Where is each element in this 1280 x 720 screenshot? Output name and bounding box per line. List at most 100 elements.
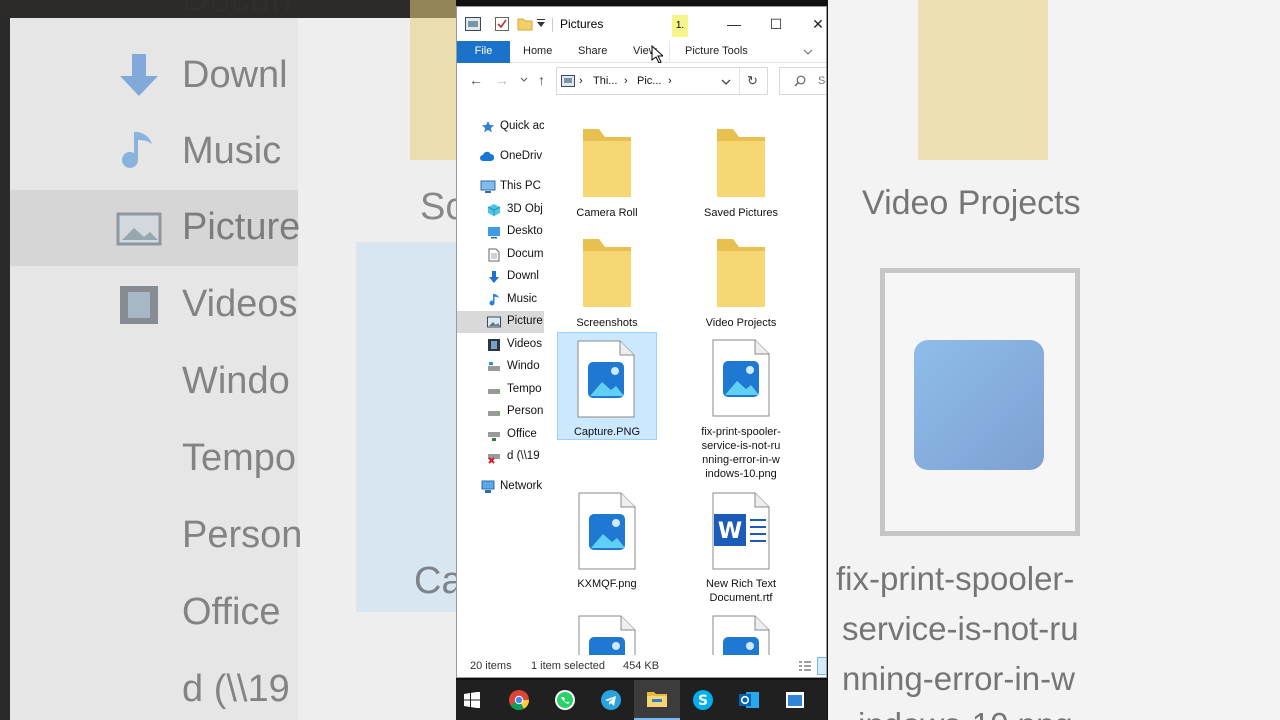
navigation-pane: Quick ac OneDriv This PC 3D Obj Deskto D… — [457, 107, 544, 655]
file-tile[interactable]: Screenshots — [557, 225, 657, 329]
back-button[interactable]: ← — [469, 72, 483, 88]
whatsapp-icon[interactable] — [542, 680, 588, 720]
pictures-icon — [116, 212, 162, 246]
file-tile[interactable]: W New Rich Text Document.rtf — [691, 487, 791, 605]
file-name-line: service-is-not-ru — [701, 440, 781, 452]
folder-icon — [717, 239, 765, 307]
address-bar[interactable]: › Thi... › Pic... › ↻ — [556, 67, 768, 95]
image-file-icon — [712, 615, 770, 655]
pictures-location-icon — [561, 75, 575, 87]
file-explorer-icon[interactable] — [634, 680, 680, 720]
bg-left-item: Tempo — [182, 437, 297, 479]
up-button[interactable]: ↑ — [538, 72, 545, 88]
tab-home[interactable]: Home — [523, 41, 552, 63]
search-input[interactable]: Se — [779, 67, 826, 95]
file-tile-partial[interactable] — [691, 611, 791, 655]
file-tile-selected[interactable]: Capture.PNG — [557, 332, 657, 440]
bg-left-item: Videos — [182, 283, 298, 325]
refresh-icon[interactable]: ↻ — [747, 73, 758, 89]
ribbon-expand-chevron-icon[interactable] — [803, 48, 813, 56]
image-file-icon — [577, 340, 635, 418]
nav-item-disconnected-drive[interactable]: d (\\19 — [457, 446, 544, 468]
cloud-icon — [480, 151, 494, 161]
nav-item-documents[interactable]: Docum — [457, 244, 544, 266]
nav-item-personal-drive[interactable]: Person — [457, 401, 544, 423]
chrome-icon[interactable] — [496, 680, 542, 720]
title-bar: Pictures 1. — ☐ ✕ — [457, 7, 826, 41]
nav-item-pictures[interactable]: Picture — [457, 311, 544, 333]
drive-icon — [488, 411, 500, 416]
outlook-icon[interactable] — [726, 680, 772, 720]
monitor-icon — [480, 180, 496, 193]
nav-item-office-drive[interactable]: Office — [457, 424, 544, 446]
film-icon — [120, 286, 158, 324]
bg-left-item: Downl — [182, 54, 288, 96]
nav-item-onedrive[interactable]: OneDriv — [457, 146, 544, 168]
maximize-button[interactable]: ☐ — [759, 13, 793, 35]
quick-access-dropdown-icon[interactable] — [536, 17, 546, 31]
file-tile[interactable]: Saved Pictures — [691, 115, 791, 219]
nav-item-this-pc[interactable]: This PC — [457, 176, 544, 198]
nav-item-music[interactable]: Music — [457, 289, 544, 311]
recent-locations-chevron-icon[interactable] — [520, 77, 528, 83]
bg-left-item: Docun — [182, 0, 292, 21]
file-name: Camera Roll — [576, 207, 638, 219]
file-name-line: nning-error-in-w — [702, 454, 780, 466]
large-icons-view-icon[interactable] — [817, 657, 826, 675]
tab-share[interactable]: Share — [578, 41, 607, 63]
file-name-line: New Rich Text — [705, 578, 777, 590]
minimize-button[interactable]: — — [717, 13, 751, 35]
ribbon-tabs: File Home Share View Picture Tools — [457, 41, 826, 63]
app-window-icon[interactable] — [772, 680, 818, 720]
nav-item-desktop[interactable]: Deskto — [457, 221, 544, 243]
drive-icon — [488, 389, 500, 394]
nav-item-network[interactable]: Network — [457, 476, 544, 498]
telegram-icon[interactable] — [588, 680, 634, 720]
nav-item-quick-access[interactable]: Quick ac — [457, 116, 544, 138]
nav-item-videos[interactable]: Videos — [457, 334, 544, 356]
bg-left-item: Office — [182, 591, 281, 633]
tab-picture-tools[interactable]: Picture Tools — [685, 41, 748, 63]
file-explorer-window: Pictures 1. — ☐ ✕ File Home Share View P… — [456, 6, 827, 678]
forward-button[interactable]: → — [495, 72, 509, 88]
word-document-icon: W — [712, 492, 770, 570]
details-view-icon[interactable] — [798, 660, 812, 672]
file-name: Screenshots — [576, 317, 638, 329]
film-icon — [488, 339, 500, 351]
bg-right-title: Video Projects — [862, 184, 1081, 222]
breadcrumb-pictures[interactable]: Pic... — [637, 75, 661, 87]
file-tile[interactable]: Video Projects — [691, 225, 791, 329]
bg-right-caption-line: nning-error-in-w — [842, 660, 1075, 697]
bg-left-item: Person — [182, 514, 303, 556]
file-name-line: Document.rtf — [709, 592, 773, 604]
new-folder-icon[interactable] — [517, 17, 533, 31]
nav-item-windows-drive[interactable]: Windo — [457, 356, 544, 378]
tab-file[interactable]: File — [457, 41, 510, 63]
file-tile[interactable]: fix-print-spooler- service-is-not-ru nni… — [691, 333, 791, 481]
skype-icon[interactable]: S — [680, 680, 726, 720]
file-tile[interactable]: Camera Roll — [557, 115, 657, 219]
pictures-app-icon — [465, 17, 481, 31]
desktop-icon — [488, 227, 500, 239]
bg-left-tile-label: Sc — [420, 186, 456, 228]
music-note-icon — [122, 132, 152, 168]
image-file-icon — [578, 492, 636, 570]
address-dropdown-icon[interactable] — [721, 79, 731, 86]
properties-check-icon[interactable] — [495, 17, 509, 31]
file-tile-partial[interactable] — [557, 611, 657, 655]
nav-item-temporary-drive[interactable]: Tempo — [457, 379, 544, 401]
nav-item-downloads[interactable]: Downl — [457, 266, 544, 288]
image-file-icon — [578, 615, 636, 655]
folder-icon — [583, 239, 631, 307]
star-icon — [482, 121, 494, 133]
close-button[interactable]: ✕ — [801, 13, 826, 35]
selection-count: 1 item selected — [531, 660, 605, 672]
document-icon — [488, 248, 500, 262]
nav-item-3d-objects[interactable]: 3D Obj — [457, 199, 544, 221]
breadcrumb-this-pc[interactable]: Thi... — [593, 75, 617, 87]
file-name-line: indows-10.png — [705, 468, 777, 480]
file-tile[interactable]: KXMQF.png — [557, 487, 657, 591]
disconnected-drive-icon — [488, 454, 500, 464]
download-arrow-icon — [489, 271, 499, 283]
folder-icon — [583, 129, 631, 197]
